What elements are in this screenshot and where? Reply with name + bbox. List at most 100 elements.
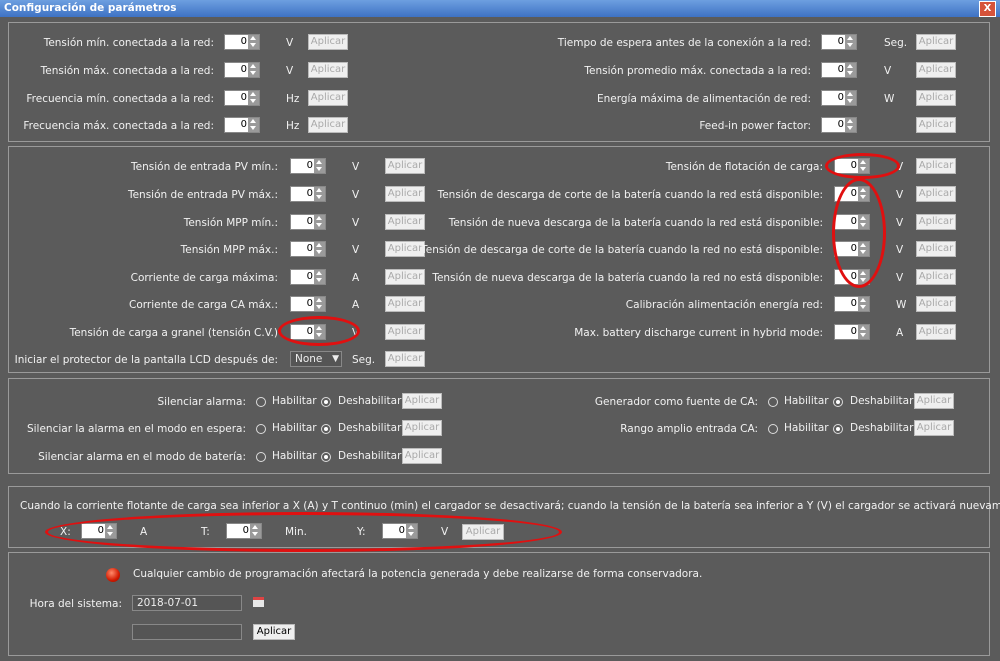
spinner-arrows-icon[interactable] bbox=[858, 297, 869, 311]
apply-button[interactable]: Aplicar bbox=[914, 420, 954, 436]
param-spinner[interactable]: 0 bbox=[821, 117, 857, 133]
param-spinner[interactable]: 0 bbox=[821, 34, 857, 50]
apply-button[interactable]: Aplicar bbox=[385, 269, 425, 285]
param-spinner[interactable]: 0 bbox=[290, 269, 326, 285]
param-spinner[interactable]: 0 bbox=[290, 214, 326, 230]
apply-button[interactable]: Aplicar bbox=[916, 324, 956, 340]
spinner-arrows-icon[interactable] bbox=[314, 242, 325, 256]
apply-button[interactable]: Aplicar bbox=[253, 624, 295, 640]
enable-label: Habilitar bbox=[784, 395, 829, 407]
spinner-arrows-icon[interactable] bbox=[314, 297, 325, 311]
param-spinner[interactable]: 0 bbox=[290, 186, 326, 202]
param-t-spinner[interactable]: 0 bbox=[226, 523, 262, 539]
param-spinner[interactable]: 0 bbox=[224, 117, 260, 133]
disable-radio[interactable] bbox=[321, 424, 331, 434]
date-field[interactable]: 2018-07-01 bbox=[132, 595, 242, 611]
param-spinner[interactable]: 0 bbox=[224, 62, 260, 78]
apply-button[interactable]: Aplicar bbox=[916, 296, 956, 312]
apply-button[interactable]: Aplicar bbox=[916, 90, 956, 106]
param-spinner[interactable]: 0 bbox=[224, 34, 260, 50]
param-spinner[interactable]: 0 bbox=[834, 324, 870, 340]
param-spinner[interactable]: 0 bbox=[834, 214, 870, 230]
spinner-arrows-icon[interactable] bbox=[845, 118, 856, 132]
apply-button[interactable]: Aplicar bbox=[308, 117, 348, 133]
param-spinner[interactable]: 0 bbox=[224, 90, 260, 106]
enable-radio[interactable] bbox=[256, 397, 266, 407]
calendar-icon[interactable] bbox=[253, 597, 264, 607]
param-spinner[interactable]: 0 bbox=[834, 269, 870, 285]
spinner-arrows-icon[interactable] bbox=[248, 35, 259, 49]
spinner-arrows-icon[interactable] bbox=[845, 63, 856, 77]
spinner-arrows-icon[interactable] bbox=[406, 524, 417, 538]
spinner-arrows-icon[interactable] bbox=[314, 187, 325, 201]
spinner-arrows-icon[interactable] bbox=[845, 35, 856, 49]
param-spinner[interactable]: 0 bbox=[821, 62, 857, 78]
spinner-arrows-icon[interactable] bbox=[250, 524, 261, 538]
param-y-spinner[interactable]: 0 bbox=[382, 523, 418, 539]
apply-button[interactable]: Aplicar bbox=[914, 393, 954, 409]
spinner-arrows-icon[interactable] bbox=[858, 215, 869, 229]
param-spinner[interactable]: 0 bbox=[290, 324, 326, 340]
param-spinner[interactable]: 0 bbox=[834, 241, 870, 257]
apply-button[interactable]: Aplicar bbox=[308, 90, 348, 106]
enable-radio[interactable] bbox=[768, 397, 778, 407]
enable-radio[interactable] bbox=[256, 424, 266, 434]
param-x-spinner[interactable]: 0 bbox=[81, 523, 117, 539]
spinner-arrows-icon[interactable] bbox=[248, 118, 259, 132]
disable-radio[interactable] bbox=[321, 452, 331, 462]
spinner-arrows-icon[interactable] bbox=[314, 270, 325, 284]
apply-button[interactable]: Aplicar bbox=[308, 34, 348, 50]
unit-label: V bbox=[896, 189, 904, 201]
spinner-arrows-icon[interactable] bbox=[858, 187, 869, 201]
spinner-arrows-icon[interactable] bbox=[858, 242, 869, 256]
apply-button[interactable]: Aplicar bbox=[916, 117, 956, 133]
apply-button[interactable]: Aplicar bbox=[385, 158, 425, 174]
disable-radio[interactable] bbox=[833, 397, 843, 407]
spinner-arrows-icon[interactable] bbox=[858, 270, 869, 284]
apply-button[interactable]: Aplicar bbox=[385, 241, 425, 257]
apply-button[interactable]: Aplicar bbox=[402, 393, 442, 409]
disable-label: Deshabilitar bbox=[338, 422, 402, 434]
apply-button[interactable]: Aplicar bbox=[916, 269, 956, 285]
spinner-arrows-icon[interactable] bbox=[314, 325, 325, 339]
chevron-down-icon[interactable]: ▼ bbox=[332, 352, 339, 366]
param-spinner[interactable]: 0 bbox=[290, 241, 326, 257]
apply-button[interactable]: Aplicar bbox=[916, 34, 956, 50]
param-spinner[interactable]: 0 bbox=[834, 186, 870, 202]
param-spinner[interactable]: 0 bbox=[290, 158, 326, 174]
apply-button[interactable]: Aplicar bbox=[385, 351, 425, 367]
disable-radio[interactable] bbox=[833, 424, 843, 434]
lcd-protector-select[interactable]: None ▼ bbox=[290, 351, 342, 367]
apply-button[interactable]: Aplicar bbox=[385, 296, 425, 312]
param-spinner[interactable]: 0 bbox=[821, 90, 857, 106]
apply-button[interactable]: Aplicar bbox=[916, 158, 956, 174]
spinner-arrows-icon[interactable] bbox=[845, 91, 856, 105]
spinner-arrows-icon[interactable] bbox=[314, 215, 325, 229]
disable-radio[interactable] bbox=[321, 397, 331, 407]
spinner-arrows-icon[interactable] bbox=[105, 524, 116, 538]
enable-radio[interactable] bbox=[768, 424, 778, 434]
spinner-arrows-icon[interactable] bbox=[248, 63, 259, 77]
apply-button[interactable]: Aplicar bbox=[402, 420, 442, 436]
param-spinner[interactable]: 0 bbox=[290, 296, 326, 312]
apply-button[interactable]: Aplicar bbox=[916, 186, 956, 202]
apply-button[interactable]: Aplicar bbox=[385, 324, 425, 340]
enable-radio[interactable] bbox=[256, 452, 266, 462]
apply-button[interactable]: Aplicar bbox=[462, 524, 504, 540]
apply-button[interactable]: Aplicar bbox=[916, 214, 956, 230]
apply-button[interactable]: Aplicar bbox=[385, 186, 425, 202]
spinner-arrows-icon[interactable] bbox=[248, 91, 259, 105]
close-button[interactable]: X bbox=[979, 1, 996, 17]
apply-button[interactable]: Aplicar bbox=[308, 62, 348, 78]
apply-button[interactable]: Aplicar bbox=[385, 214, 425, 230]
unit-label: V bbox=[286, 65, 294, 77]
param-spinner[interactable]: 0 bbox=[834, 158, 870, 174]
apply-button[interactable]: Aplicar bbox=[402, 448, 442, 464]
spinner-arrows-icon[interactable] bbox=[858, 325, 869, 339]
spinner-arrows-icon[interactable] bbox=[314, 159, 325, 173]
spinner-arrows-icon[interactable] bbox=[858, 159, 869, 173]
param-spinner[interactable]: 0 bbox=[834, 296, 870, 312]
time-field[interactable] bbox=[132, 624, 242, 640]
apply-button[interactable]: Aplicar bbox=[916, 62, 956, 78]
apply-button[interactable]: Aplicar bbox=[916, 241, 956, 257]
